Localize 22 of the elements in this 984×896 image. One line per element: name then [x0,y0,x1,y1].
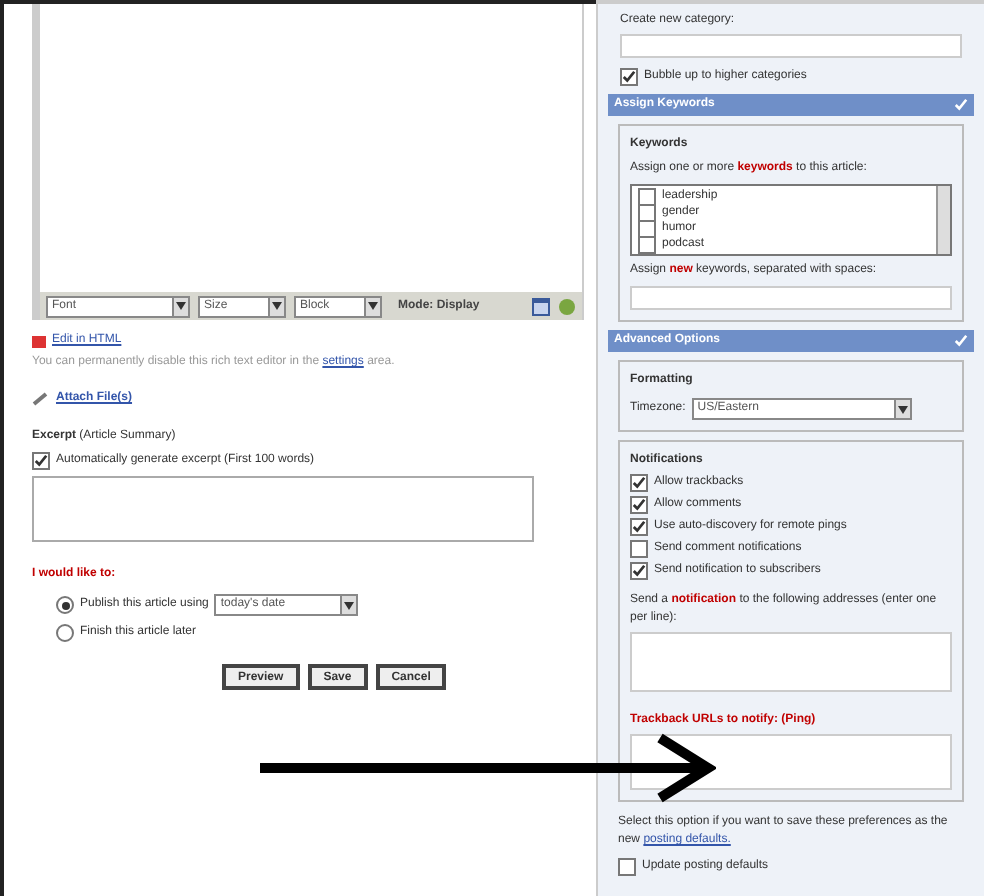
check-icon [954,98,968,112]
dropdown-arrow-icon [893,400,910,418]
dropdown-arrow-icon [172,297,188,315]
dropdown-arrow-icon [364,297,380,315]
checkbox[interactable] [630,496,648,514]
scrollbar[interactable] [936,186,950,254]
check-icon [954,334,968,348]
checkbox[interactable] [630,562,648,580]
checkbox[interactable] [630,540,648,558]
dropdown-arrow-icon [268,297,284,315]
checkbox[interactable] [618,858,636,876]
radio-button[interactable] [56,624,74,642]
new-keywords-field[interactable] [630,286,952,310]
trackback-textarea[interactable] [630,734,952,790]
checkbox[interactable] [620,68,638,86]
radio-button[interactable] [56,596,74,614]
checkbox[interactable] [630,518,648,536]
checkbox[interactable] [638,187,656,205]
checkbox[interactable] [32,452,50,470]
dropdown-arrow-icon [340,596,357,614]
new-category-field[interactable] [620,34,962,58]
checkbox[interactable] [630,474,648,492]
